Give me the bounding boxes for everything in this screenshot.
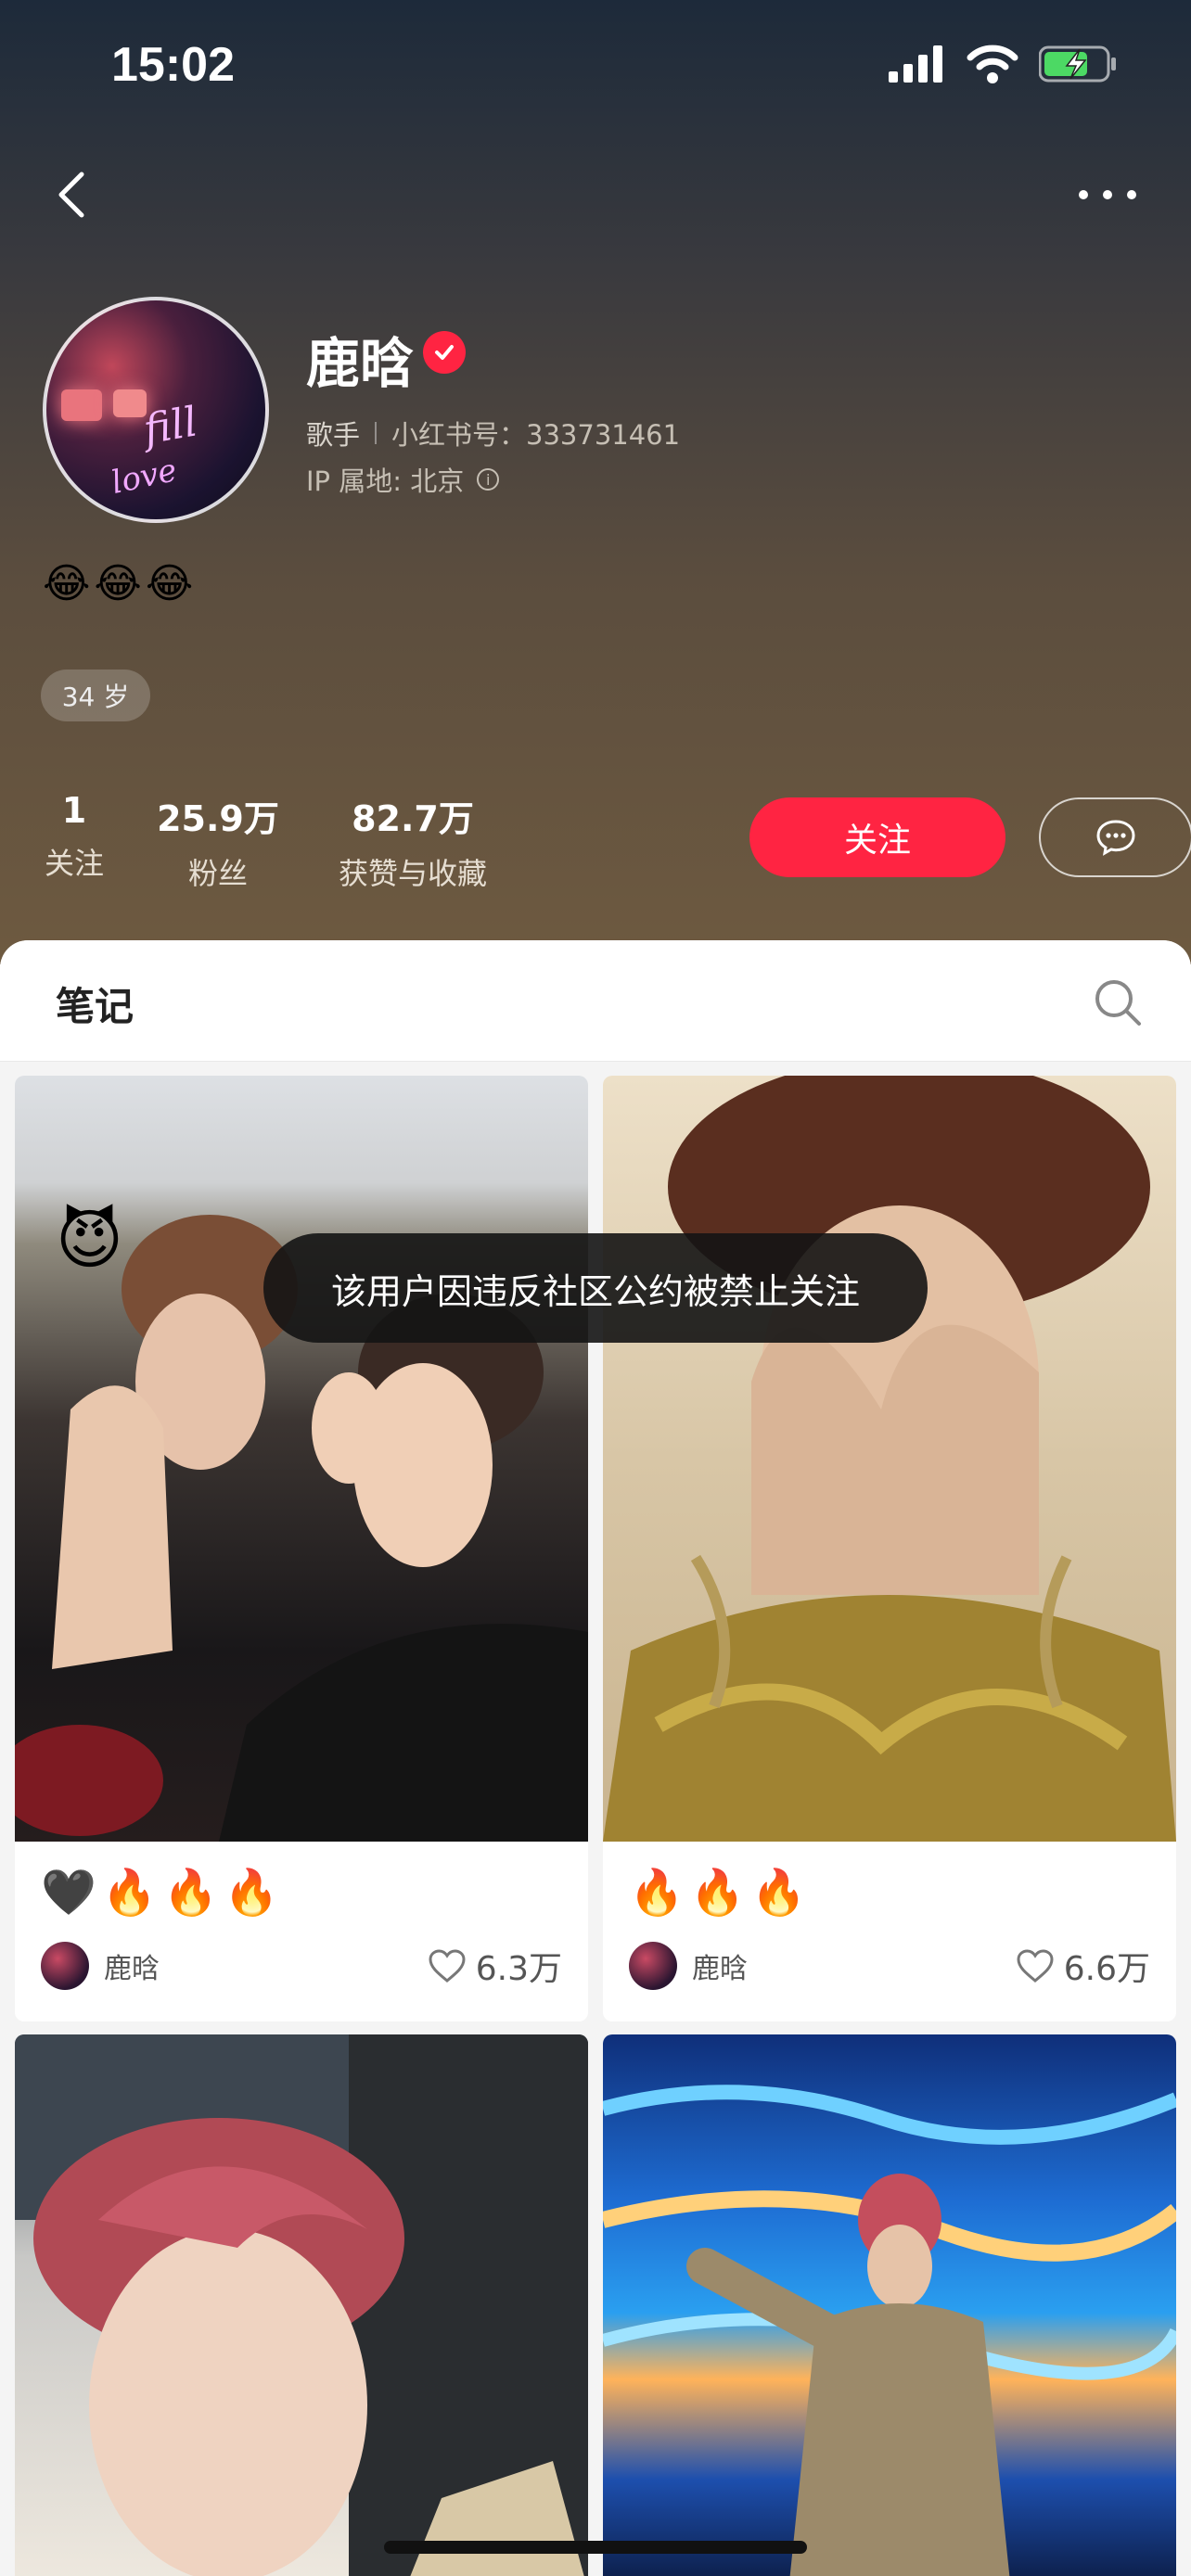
avatar-photo-detail [61, 389, 102, 421]
stat-likes-collects[interactable]: 82.7万 获赞与收藏 [325, 790, 501, 893]
like-count: 6.3万 [475, 1950, 562, 1988]
devil-emoji: 😈 [56, 1202, 123, 1278]
note-title: 🖤🔥🔥🔥 [41, 1867, 286, 1919]
profile-name: 鹿晗 [306, 332, 415, 395]
tab-notes[interactable]: 笔记 [56, 976, 134, 1032]
like-count: 6.6万 [1063, 1950, 1150, 1988]
note-cover-image [603, 1076, 1176, 1842]
like-button[interactable]: 6.6万 [1016, 1942, 1150, 1990]
author-avatar [41, 1942, 89, 1990]
verified-badge-icon [423, 331, 466, 374]
info-icon[interactable]: i [477, 468, 500, 491]
photo-illustration [15, 2034, 588, 2576]
stat-value: 25.9万 [157, 798, 279, 839]
heart-icon [429, 1949, 466, 1983]
stat-following[interactable]: 1 关注 [41, 790, 108, 883]
back-icon[interactable] [46, 167, 102, 223]
more-icon[interactable] [1070, 167, 1145, 223]
stat-label: 粉丝 [187, 856, 248, 891]
avatar[interactable]: fill love [43, 297, 269, 523]
ip-location-row: IP 属地: 北京 i [306, 460, 500, 499]
profile-meta: 歌手 小红书号：333731461 [306, 414, 680, 453]
author-name: 鹿晗 [692, 1953, 748, 1985]
stat-followers[interactable]: 25.9万 粉丝 [148, 790, 288, 893]
note-cover-image: 😈 [15, 1076, 588, 1842]
toast-message: 该用户因违反社区公约被禁止关注 [263, 1233, 928, 1343]
author-avatar [629, 1942, 677, 1990]
note-cover-image [603, 2034, 1176, 2576]
author-name: 鹿晗 [104, 1953, 160, 1985]
note-title: 🔥🔥🔥 [629, 1867, 813, 1919]
like-button[interactable]: 6.3万 [428, 1942, 562, 1990]
chat-icon [1096, 820, 1135, 856]
message-button[interactable] [1039, 797, 1191, 877]
stat-label: 关注 [44, 846, 104, 881]
heart-icon [1017, 1949, 1054, 1983]
xhs-id[interactable]: 小红书号：333731461 [391, 414, 680, 453]
note-card[interactable]: 😈 🖤🔥🔥🔥 鹿晗 6.3万 [15, 1076, 588, 2021]
occupation: 歌手 [306, 419, 361, 451]
note-card[interactable] [603, 2034, 1176, 2576]
stat-value: 1 [61, 790, 87, 831]
age-tag: 34 岁 [41, 670, 150, 721]
battery-charging-icon [1039, 45, 1116, 83]
stat-label: 获赞与收藏 [338, 856, 487, 891]
wifi-icon [967, 45, 1018, 83]
status-icons [889, 45, 1117, 83]
note-card[interactable]: 🔥🔥🔥 鹿晗 6.6万 [603, 1076, 1176, 2021]
notes-header: 笔记 [0, 940, 1191, 1062]
ip-location: IP 属地: 北京 [306, 465, 465, 497]
photo-illustration [603, 2085, 1176, 2576]
divider [375, 422, 378, 444]
note-author[interactable]: 鹿晗 [41, 1942, 160, 1990]
follow-button[interactable]: 关注 [749, 797, 1005, 877]
avatar-neon-sign: love [108, 452, 181, 502]
stat-value: 82.7万 [352, 798, 474, 839]
profile-bio: 😂😂😂 [43, 560, 198, 607]
notes-panel: 笔记 😈 🖤🔥🔥🔥 鹿晗 6.3万 🔥🔥🔥 鹿晗 6.6万 [0, 940, 1191, 2576]
avatar-neon-sign: fill [140, 398, 201, 454]
photo-illustration [603, 1076, 1176, 1842]
home-indicator[interactable] [384, 2541, 807, 2554]
photo-illustration [15, 1215, 588, 1842]
signal-icon [889, 45, 942, 83]
note-cover-image [15, 2034, 588, 2576]
note-author[interactable]: 鹿晗 [629, 1942, 748, 1990]
note-card[interactable] [15, 2034, 588, 2576]
search-icon[interactable] [1091, 976, 1145, 1029]
status-time: 15:02 [111, 38, 235, 92]
